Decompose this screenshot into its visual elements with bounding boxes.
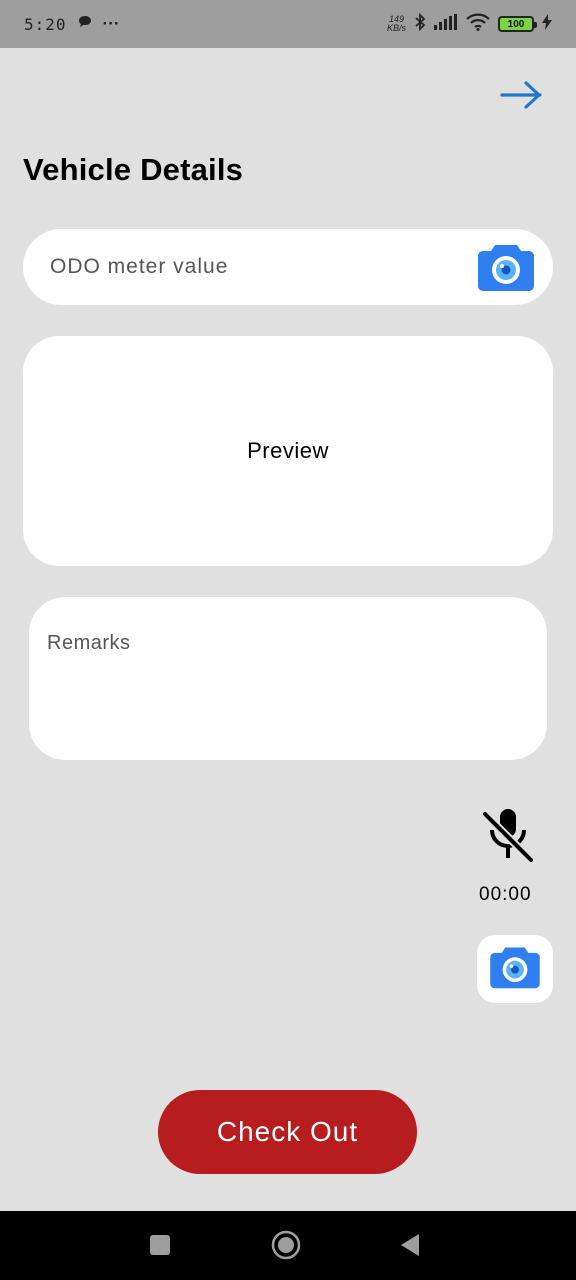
- arrow-right-icon[interactable]: [498, 78, 546, 112]
- home-icon[interactable]: [271, 1230, 301, 1265]
- camera-icon: [489, 944, 541, 995]
- preview-label: Preview: [247, 438, 329, 463]
- status-time: 5:20: [24, 14, 67, 34]
- chat-bubble-icon: [77, 14, 93, 35]
- recents-icon[interactable]: [149, 1234, 171, 1261]
- bluetooth-icon: [414, 12, 426, 36]
- navigation-bar: [0, 1211, 576, 1280]
- battery-level: 100: [507, 18, 525, 30]
- more-dots: ···: [102, 14, 120, 33]
- recording-timer: 00:00: [479, 884, 532, 905]
- status-left: 5:20 ···: [24, 14, 120, 35]
- remarks-textarea[interactable]: Remarks: [29, 597, 547, 760]
- page-title: Vehicle Details: [23, 152, 244, 187]
- remarks-placeholder: Remarks: [47, 632, 131, 654]
- battery-icon: 100: [498, 16, 537, 32]
- mic-off-icon[interactable]: [480, 806, 536, 864]
- screen: 5:20 ··· 149 KB/s 100 Vehicle Details OD…: [0, 0, 576, 1280]
- check-out-button[interactable]: Check Out: [158, 1090, 417, 1174]
- signal-icon: [434, 13, 458, 35]
- charging-icon: [542, 13, 552, 35]
- status-bar: 5:20 ··· 149 KB/s 100: [0, 0, 576, 48]
- wifi-icon: [466, 13, 490, 36]
- back-icon[interactable]: [399, 1233, 421, 1262]
- camera-icon[interactable]: [477, 241, 535, 293]
- preview-panel: Preview: [23, 336, 553, 566]
- status-right: 149 KB/s 100: [386, 12, 552, 36]
- net-speed: 149 KB/s: [386, 14, 406, 33]
- odo-placeholder: ODO meter value: [50, 255, 229, 278]
- odo-meter-input[interactable]: ODO meter value: [23, 229, 553, 305]
- camera-button[interactable]: [477, 935, 553, 1003]
